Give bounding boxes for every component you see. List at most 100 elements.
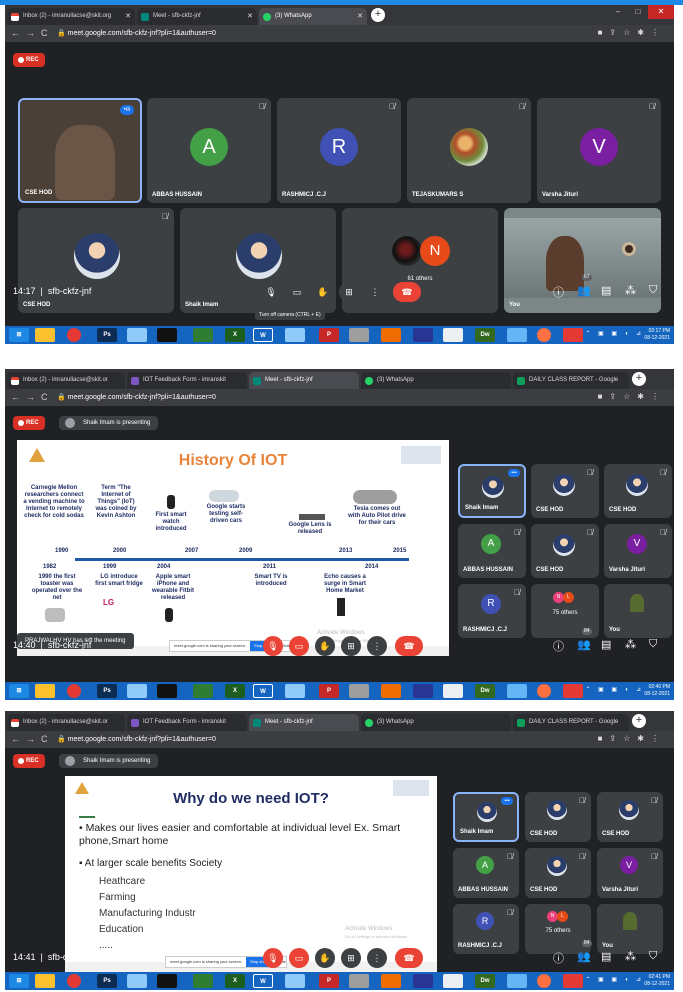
reload-icon[interactable]: C: [41, 392, 54, 402]
close-window-icon[interactable]: ✕: [648, 5, 674, 19]
reload-icon[interactable]: C: [41, 28, 54, 38]
snipping-icon[interactable]: [443, 684, 463, 698]
chrome-active-icon[interactable]: [563, 974, 583, 988]
powerpoint-icon[interactable]: P: [319, 328, 339, 342]
forward-icon[interactable]: →: [26, 734, 41, 744]
powerpoint-icon[interactable]: P: [319, 684, 339, 698]
reload-icon[interactable]: C: [41, 734, 54, 744]
powerpoint-icon[interactable]: P: [319, 974, 339, 988]
menu-icon[interactable]: ⋮: [651, 734, 666, 743]
new-tab-button[interactable]: +: [371, 8, 385, 22]
tab-whatsapp[interactable]: (3) WhatsApp: [361, 714, 511, 731]
calculator-icon[interactable]: [193, 328, 213, 342]
calculator-icon[interactable]: [193, 684, 213, 698]
chrome-icon[interactable]: [67, 328, 81, 342]
participant-tile[interactable]: ••• Shaik Imam: [458, 464, 526, 518]
host-controls-icon[interactable]: ⛉: [649, 284, 657, 297]
menu-icon[interactable]: ⋮: [651, 28, 666, 37]
app-icon[interactable]: [381, 328, 401, 342]
calculator-icon[interactable]: [193, 974, 213, 988]
network-icon[interactable]: [127, 328, 147, 342]
start-icon[interactable]: ⊞: [9, 974, 29, 988]
share-icon[interactable]: ⇪: [609, 28, 623, 37]
info-icon[interactable]: ⓘ: [553, 638, 564, 654]
more-options-button[interactable]: ⋮: [367, 636, 387, 656]
tab-meet[interactable]: Meet - sfb-ckfz-jnf: [249, 372, 359, 389]
paint-icon[interactable]: [285, 974, 305, 988]
camera-icon[interactable]: ■: [598, 392, 610, 401]
cmd-icon[interactable]: [157, 684, 177, 698]
photoshop-icon[interactable]: Ps: [97, 684, 117, 698]
share-icon[interactable]: ⇪: [609, 392, 623, 401]
url-field[interactable]: 🔒 meet.google.com/sfb-ckfz-jnf?pli=1&aut…: [57, 735, 216, 743]
tab-inbox[interactable]: Inbox (2) - imranullacse@skit.or: [7, 372, 125, 389]
back-icon[interactable]: ←: [11, 734, 26, 744]
cmd-icon[interactable]: [157, 328, 177, 342]
dreamweaver-icon[interactable]: Dw: [475, 974, 495, 988]
paint-icon[interactable]: [285, 684, 305, 698]
people-icon[interactable]: 👥: [577, 950, 591, 963]
participant-tile[interactable]: 🎙̸ CSE HOD: [531, 464, 599, 518]
more-icon[interactable]: •••: [508, 469, 520, 477]
snipping-icon[interactable]: [443, 328, 463, 342]
tab-iot-feedback[interactable]: IOT Feedback Form - imranskit: [127, 372, 247, 389]
participant-tile[interactable]: 🎙̸ A ABBAS HUSSAIN: [458, 524, 526, 578]
present-button[interactable]: ⊞: [341, 636, 361, 656]
participant-tile[interactable]: 🎙̸ CSE HOD: [525, 792, 591, 842]
extensions-icon[interactable]: ✱: [637, 392, 651, 401]
participant-tile[interactable]: You: [604, 584, 672, 638]
url-field[interactable]: 🔒 meet.google.com/sfb-ckfz-jnf?pli=1&aut…: [57, 393, 216, 401]
info-icon[interactable]: ⓘ: [553, 284, 564, 300]
close-icon[interactable]: ✕: [125, 8, 131, 25]
extensions-icon[interactable]: ✱: [637, 28, 651, 37]
people-icon[interactable]: 👥: [577, 284, 591, 297]
camera-off-button[interactable]: ▭: [289, 636, 309, 656]
host-controls-icon[interactable]: ⛉: [649, 950, 657, 963]
excel-icon[interactable]: X: [225, 974, 245, 988]
chrome-icon[interactable]: [67, 974, 81, 988]
close-icon[interactable]: ✕: [357, 8, 363, 25]
host-controls-icon[interactable]: ⛉: [649, 638, 657, 651]
network-icon[interactable]: [127, 974, 147, 988]
chrome-active-icon[interactable]: [563, 684, 583, 698]
participant-tile[interactable]: 🎙̸ V Varsha Jituri: [597, 848, 663, 898]
file-explorer-icon[interactable]: [35, 684, 55, 698]
back-icon[interactable]: ←: [11, 28, 26, 38]
participant-tile[interactable]: 🎙̸ V Varsha Jituri: [537, 98, 661, 203]
leave-call-button[interactable]: ☎: [395, 948, 423, 968]
media-icon[interactable]: [349, 328, 369, 342]
maximize-icon[interactable]: □: [628, 5, 648, 19]
paint-icon[interactable]: [285, 328, 305, 342]
new-tab-button[interactable]: +: [632, 714, 646, 728]
star-icon[interactable]: ☆: [623, 392, 637, 401]
tab-daily-report[interactable]: DAILY CLASS REPORT - Google: [513, 372, 629, 389]
word-icon[interactable]: W: [253, 974, 273, 988]
participant-tile[interactable]: ••• Shaik Imam: [453, 792, 519, 842]
camera-icon[interactable]: ■: [598, 734, 610, 743]
excel-icon[interactable]: X: [225, 328, 245, 342]
more-icon[interactable]: •••: [501, 797, 513, 805]
new-tab-button[interactable]: +: [632, 372, 646, 386]
participant-tile[interactable]: 🎙̸ R RASHMICJ .C.J: [277, 98, 401, 203]
present-button[interactable]: ⊞: [341, 948, 361, 968]
camera-icon[interactable]: ■: [598, 28, 610, 37]
minimize-icon[interactable]: –: [608, 5, 628, 19]
tab-meet[interactable]: Meet - sfb-ckfz-jnf: [249, 714, 359, 731]
tab-daily-report[interactable]: DAILY CLASS REPORT - Google: [513, 714, 629, 731]
word-icon[interactable]: W: [253, 328, 273, 342]
participant-tile[interactable]: 🎙̸ A ABBAS HUSSAIN: [453, 848, 519, 898]
tab-meet[interactable]: Meet - sfb-ckfz-jnf ✕: [137, 8, 257, 25]
excel-icon[interactable]: X: [225, 684, 245, 698]
leave-call-button[interactable]: ☎: [395, 636, 423, 656]
drive-icon[interactable]: [507, 684, 527, 698]
app-icon[interactable]: [381, 684, 401, 698]
back-icon[interactable]: ←: [11, 392, 26, 402]
participant-tile[interactable]: 🎙̸ CSE HOD: [531, 524, 599, 578]
activities-icon[interactable]: ⁂: [625, 284, 636, 297]
dreamweaver-icon[interactable]: Dw: [475, 328, 495, 342]
star-icon[interactable]: ☆: [623, 28, 637, 37]
participant-tile[interactable]: 🎙̸ CSE HOD: [597, 792, 663, 842]
photoshop-icon[interactable]: Ps: [97, 974, 117, 988]
firefox-icon[interactable]: [537, 974, 551, 988]
extensions-icon[interactable]: ✱: [637, 734, 651, 743]
